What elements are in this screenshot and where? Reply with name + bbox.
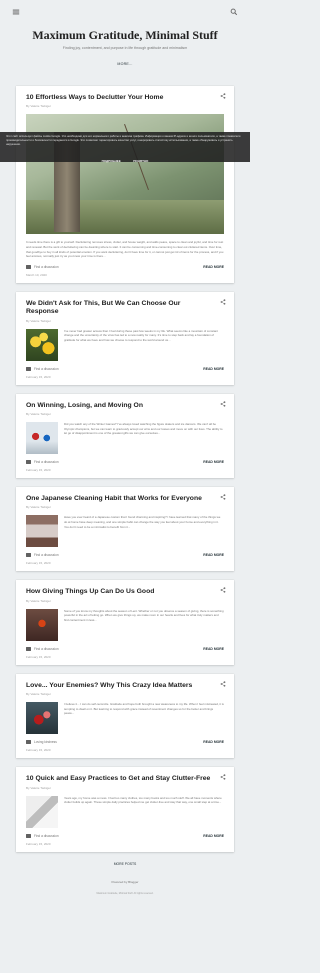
post-card: How Giving Things Up Can Do Us Good By V… [16,580,234,665]
post-thumbnail[interactable] [26,328,58,361]
post-snippet: Some of you know my thoughts about the s… [64,608,224,622]
read-more-link[interactable]: READ MORE [203,367,224,371]
read-more-link[interactable]: READ MORE [203,265,224,269]
post-list: 10 Effortless Ways to Declutter Your Hom… [0,70,250,852]
blog-description: Finding joy, contentment, and purpose in… [62,46,188,50]
post-author[interactable]: By Valerie Tiebiger [26,505,224,509]
share-icon[interactable] [220,681,226,687]
blog-header: Maximum Gratitude, Minimal Stuff Finding… [0,24,250,70]
share-icon[interactable] [220,494,226,500]
label-icon [26,264,31,269]
post-footer: Find a discussion READ MORE [26,646,224,651]
post-label[interactable]: Find a discussion [26,366,59,371]
post-label-text: Find a discussion [34,460,59,464]
post-footer: Find a discussion READ MORE [26,366,224,371]
post-snippet: Have you ever heard of a Japanese custom… [64,515,221,529]
read-more-link[interactable]: READ MORE [203,460,224,464]
label-icon [26,460,31,464]
cookie-accept-button[interactable]: ПОНЯТНО [133,159,148,163]
label-icon [26,646,31,651]
post-title[interactable]: We Didn't Ask for This, But We Can Choos… [26,300,224,317]
post-title[interactable]: 10 Quick and Easy Practices to Get and S… [26,775,224,783]
top-bar [0,0,250,24]
label-icon [26,833,31,838]
post-date[interactable]: February 15, 2020 [26,748,224,752]
post-thumbnail[interactable] [26,422,58,454]
post-card: One Japanese Cleaning Habit that Works f… [16,487,234,572]
post-label[interactable]: Find a discussion [26,460,59,464]
label-icon [26,553,31,558]
search-icon[interactable] [228,6,240,18]
post-thumbnail[interactable] [26,515,58,548]
post-date[interactable]: February 15, 2020 [26,561,224,565]
post-footer: Find a discussion READ MORE [26,553,224,558]
post-footer: Find a discussion READ MORE [26,264,224,269]
post-date[interactable]: March 10, 2020 [26,273,224,277]
read-more-link[interactable]: READ MORE [203,647,224,651]
post-snippet: Years ago, my home was a mess. I had too… [64,795,222,805]
post-footer: Loving kindness READ MORE [26,740,224,745]
post-date[interactable]: February 15, 2020 [26,375,224,379]
post-author[interactable]: By Valerie Tiebiger [26,412,224,416]
post-card: We Didn't Ask for This, But We Can Choos… [16,291,234,385]
more-posts-link[interactable]: MORE POSTS [0,862,250,866]
post-label-text: Find a discussion [34,264,59,269]
post-label[interactable]: Find a discussion [26,553,59,558]
read-more-link[interactable]: READ MORE [203,834,224,838]
cookie-details-button[interactable]: ПОДРОБНЕЕ [102,159,121,163]
post-thumbnail[interactable] [26,702,58,735]
share-icon[interactable] [220,93,226,99]
cookie-notice-text: Этот сайт использует файлы cookie Google… [6,135,241,146]
post-author[interactable]: By Valerie Tiebiger [26,692,224,696]
post-title[interactable]: Love... Your Enemies? Why This Crazy Ide… [26,682,224,690]
post-label-text: Find a discussion [34,366,59,371]
cookie-actions: ПОДРОБНЕЕ ПОНЯТНО [6,149,244,167]
post-thumbnail[interactable] [26,608,58,641]
post-label-text: Find a discussion [34,646,59,651]
post-author[interactable]: By Valerie Tiebiger [26,319,224,323]
blog-title[interactable]: Maximum Gratitude, Minimal Stuff [10,28,240,42]
post-title[interactable]: On Winning, Losing, and Moving On [26,402,224,410]
share-icon[interactable] [220,400,226,407]
post-label[interactable]: Find a discussion [26,833,59,838]
post-author[interactable]: By Valerie Tiebiger [26,786,224,790]
post-card: 10 Effortless Ways to Declutter Your Hom… [16,86,234,283]
post-label[interactable]: Find a discussion [26,264,59,269]
post-author[interactable]: By Valerie Tiebiger [26,104,224,108]
post-snippet: Did you watch any of the Winter Games? I… [64,422,223,436]
post-title[interactable]: One Japanese Cleaning Habit that Works f… [26,495,224,503]
post-label-text: Find a discussion [34,553,59,558]
post-label-text: Find a discussion [34,833,59,838]
post-author[interactable]: By Valerie Tiebiger [26,599,224,603]
post-footer: Find a discussion READ MORE [26,833,224,838]
post-thumbnail[interactable] [26,795,58,828]
post-card: Love... Your Enemies? Why This Crazy Ide… [16,673,234,759]
read-more-link[interactable]: READ MORE [203,740,224,744]
read-more-link[interactable]: READ MORE [203,553,224,557]
menu-icon[interactable] [10,6,22,18]
post-footer: Find a discussion READ MORE [26,460,224,464]
label-icon [26,366,31,371]
post-snippet: It needs time there is a gift to yoursel… [26,240,224,259]
powered-by-link[interactable]: Powered by Blogger [0,880,250,884]
share-icon[interactable] [220,774,226,780]
share-icon[interactable] [220,299,226,305]
post-date[interactable]: February 15, 2020 [26,468,224,472]
more-pages-link[interactable]: MORE... [117,62,132,66]
post-label[interactable]: Find a discussion [26,646,59,651]
label-icon [26,740,31,745]
post-label[interactable]: Loving kindness [26,740,57,745]
cookie-consent-bar: Этот сайт использует файлы cookie Google… [0,132,250,163]
copyright-text: Maximum Gratitude, Minimal Stuff. All ri… [96,891,154,895]
post-title[interactable]: How Giving Things Up Can Do Us Good [26,588,224,596]
post-snippet: I've never had greater access than I had… [64,328,218,342]
post-snippet: I believe it... I can do self-reconcile.… [64,702,224,716]
post-title[interactable]: 10 Effortless Ways to Declutter Your Hom… [26,94,224,102]
post-card: On Winning, Losing, and Moving On By Val… [16,393,234,478]
post-label-text: Loving kindness [34,740,57,745]
post-card: 10 Quick and Easy Practices to Get and S… [16,767,234,852]
share-icon[interactable] [220,587,226,594]
post-date[interactable]: February 15, 2020 [26,655,224,659]
post-date[interactable]: February 15, 2020 [26,842,224,846]
